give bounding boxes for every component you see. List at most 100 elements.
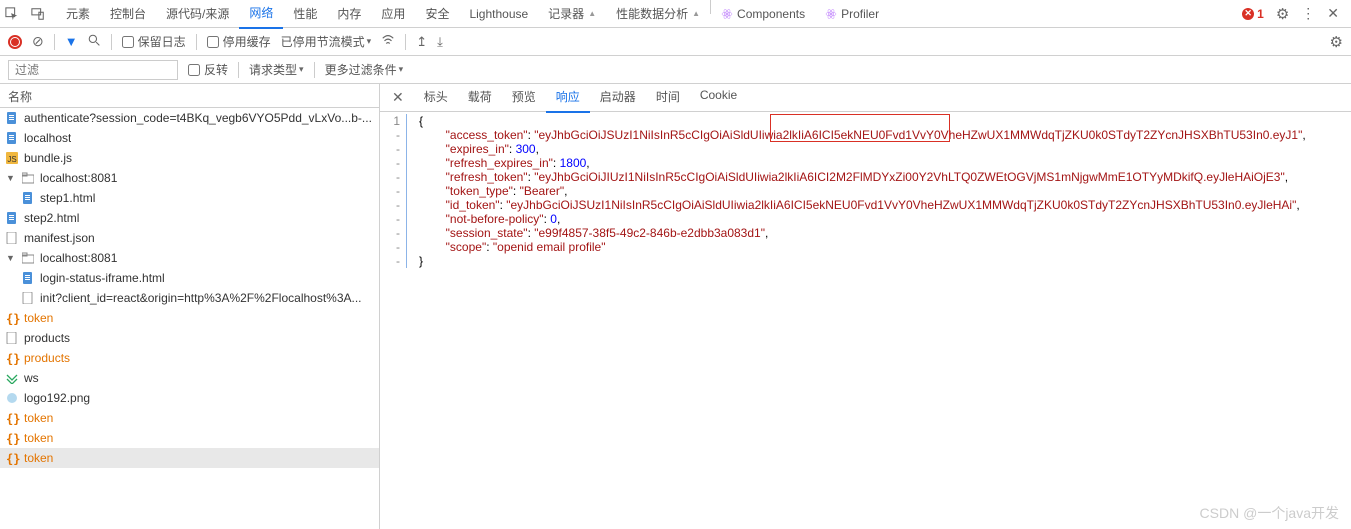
request-row[interactable]: manifest.json (0, 228, 379, 248)
file-icon: {} (6, 432, 18, 444)
file-icon (6, 332, 18, 344)
more-icon[interactable]: ⋮ (1301, 5, 1315, 22)
resp-tab-标头[interactable]: 标头 (414, 84, 458, 113)
upload-icon[interactable]: ↥ (416, 34, 427, 50)
request-row[interactable]: {} token (0, 428, 379, 448)
request-name: init?client_id=react&origin=http%3A%2F%2… (40, 291, 362, 305)
file-icon: {} (6, 352, 18, 364)
resp-tab-时间[interactable]: 时间 (646, 84, 690, 113)
request-name: token (24, 311, 53, 325)
request-name: token (24, 451, 53, 465)
file-icon: {} (6, 312, 18, 324)
watermark: CSDN @一个java开发 (1200, 503, 1339, 523)
tab-Components[interactable]: Components (711, 0, 815, 29)
resp-tab-响应[interactable]: 响应 (546, 84, 590, 113)
file-icon (6, 132, 18, 144)
request-name: token (24, 431, 53, 445)
file-icon (6, 212, 18, 224)
download-icon[interactable]: ⤓ (437, 34, 443, 50)
tab-性能[interactable]: 性能 (283, 0, 327, 29)
filter-input[interactable] (8, 60, 178, 80)
request-row[interactable]: step1.html (0, 188, 379, 208)
throttle-dropdown[interactable]: 已停用节流模式 (281, 33, 372, 50)
resp-tab-预览[interactable]: 预览 (502, 84, 546, 113)
request-name: manifest.json (24, 231, 95, 245)
tab-内存[interactable]: 内存 (327, 0, 371, 29)
tab-Profiler[interactable]: Profiler (815, 0, 889, 29)
request-name: logo192.png (24, 391, 90, 405)
file-icon (6, 112, 18, 124)
request-row[interactable]: products (0, 328, 379, 348)
file-icon (22, 272, 34, 284)
request-name: products (24, 331, 70, 345)
close-panel-icon[interactable]: ✕ (384, 89, 412, 106)
request-name: token (24, 411, 53, 425)
svg-text:JS: JS (7, 155, 16, 164)
device-icon[interactable] (30, 6, 46, 22)
filter-icon[interactable]: ▼ (65, 34, 78, 49)
tab-Lighthouse[interactable]: Lighthouse (459, 0, 538, 29)
error-badge[interactable]: ✕1 (1242, 7, 1264, 21)
request-row[interactable]: step2.html (0, 208, 379, 228)
devtools-tabs: 元素控制台源代码/来源网络性能内存应用安全Lighthouse记录器▲性能数据分… (0, 0, 1351, 28)
request-row[interactable]: localhost (0, 128, 379, 148)
name-column-header[interactable]: 名称 (0, 84, 379, 108)
search-icon[interactable] (88, 34, 101, 50)
tab-源代码/来源[interactable]: 源代码/来源 (156, 0, 239, 29)
resp-tab-载荷[interactable]: 载荷 (458, 84, 502, 113)
request-row[interactable]: {}products (0, 348, 379, 368)
file-icon (6, 392, 18, 404)
request-type-dropdown[interactable]: 请求类型 (249, 61, 304, 78)
file-icon (22, 172, 34, 184)
file-icon: {} (6, 412, 18, 424)
toolbar-settings-icon[interactable]: ⚙ (1330, 33, 1343, 51)
request-row[interactable]: login-status-iframe.html (0, 268, 379, 288)
record-button[interactable] (8, 35, 22, 49)
tab-网络[interactable]: 网络 (239, 0, 283, 29)
invert-checkbox[interactable]: 反转 (188, 61, 228, 78)
response-body[interactable]: 1{- "access_token": "eyJhbGciOiJSUzI1NiI… (380, 112, 1351, 529)
file-icon (22, 252, 34, 264)
request-row[interactable]: ▼localhost:8081 (0, 248, 379, 268)
response-panel: ✕ 标头载荷预览响应启动器时间Cookie 1{- "access_token"… (380, 84, 1351, 529)
request-row[interactable]: {} token (0, 308, 379, 328)
clear-button[interactable]: ⊘ (32, 33, 44, 50)
file-icon (22, 292, 34, 304)
tab-元素[interactable]: 元素 (56, 0, 100, 29)
request-name: localhost:8081 (40, 251, 117, 265)
request-name: authenticate?session_code=t4BKq_vegb6VYO… (24, 111, 372, 125)
tab-记录器[interactable]: 记录器▲ (538, 0, 606, 29)
request-row[interactable]: authenticate?session_code=t4BKq_vegb6VYO… (0, 108, 379, 128)
more-filters-dropdown[interactable]: 更多过滤条件 (325, 61, 404, 78)
file-icon (6, 232, 18, 244)
request-name: bundle.js (24, 151, 72, 165)
request-row[interactable]: logo192.png (0, 388, 379, 408)
filter-bar: 反转 请求类型 更多过滤条件 (0, 56, 1351, 84)
response-tabs: ✕ 标头载荷预览响应启动器时间Cookie (380, 84, 1351, 112)
file-icon: JS (6, 152, 18, 164)
disable-cache-checkbox[interactable]: 停用缓存 (207, 33, 271, 50)
close-icon[interactable]: ✕ (1327, 5, 1339, 22)
file-icon (6, 372, 18, 384)
request-name: ws (24, 371, 39, 385)
file-icon (22, 192, 34, 204)
request-row[interactable]: init?client_id=react&origin=http%3A%2F%2… (0, 288, 379, 308)
request-row[interactable]: JS bundle.js (0, 148, 379, 168)
settings-icon[interactable]: ⚙ (1276, 5, 1289, 23)
request-name: localhost (24, 131, 71, 145)
tab-安全[interactable]: 安全 (415, 0, 459, 29)
request-row[interactable]: ws (0, 368, 379, 388)
inspect-icon[interactable] (4, 6, 20, 22)
preserve-log-checkbox[interactable]: 保留日志 (122, 33, 186, 50)
tab-应用[interactable]: 应用 (371, 0, 415, 29)
tab-控制台[interactable]: 控制台 (100, 0, 156, 29)
request-row[interactable]: {} token (0, 448, 379, 468)
network-toolbar: ⊘ ▼ 保留日志 停用缓存 已停用节流模式 ↥ ⤓ ⚙ (0, 28, 1351, 56)
tab-性能数据分析[interactable]: 性能数据分析▲ (606, 0, 710, 29)
resp-tab-Cookie[interactable]: Cookie (690, 84, 747, 113)
request-row[interactable]: ▼localhost:8081 (0, 168, 379, 188)
wifi-icon[interactable] (381, 33, 395, 50)
file-icon: {} (6, 452, 18, 464)
resp-tab-启动器[interactable]: 启动器 (590, 84, 646, 113)
request-row[interactable]: {} token (0, 408, 379, 428)
